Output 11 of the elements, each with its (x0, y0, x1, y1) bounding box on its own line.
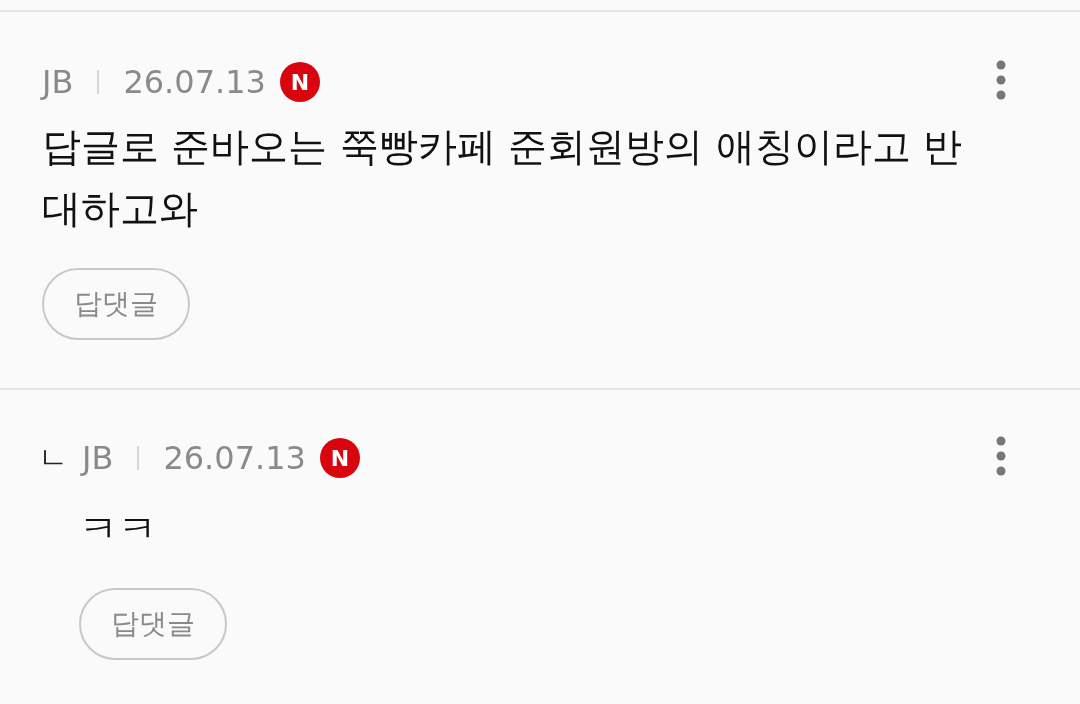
comment-date: 26.07.13 (163, 442, 306, 474)
reply-marker: ㄴ (38, 443, 68, 473)
comment-date: 26.07.13 (123, 66, 266, 98)
author-name: JB (42, 66, 74, 98)
comment-text: ㅋㅋ (79, 505, 158, 553)
reply-button[interactable]: 답댓글 (79, 588, 227, 660)
author-name: JB (82, 442, 114, 474)
comment-text: 답글로 준바오는 쭉빵카페 준회원방의 애칭이라고 반대하고와 (42, 123, 963, 233)
new-badge: N (279, 62, 320, 102)
new-badge: N (319, 438, 360, 478)
reply-button[interactable]: 답댓글 (42, 268, 190, 340)
